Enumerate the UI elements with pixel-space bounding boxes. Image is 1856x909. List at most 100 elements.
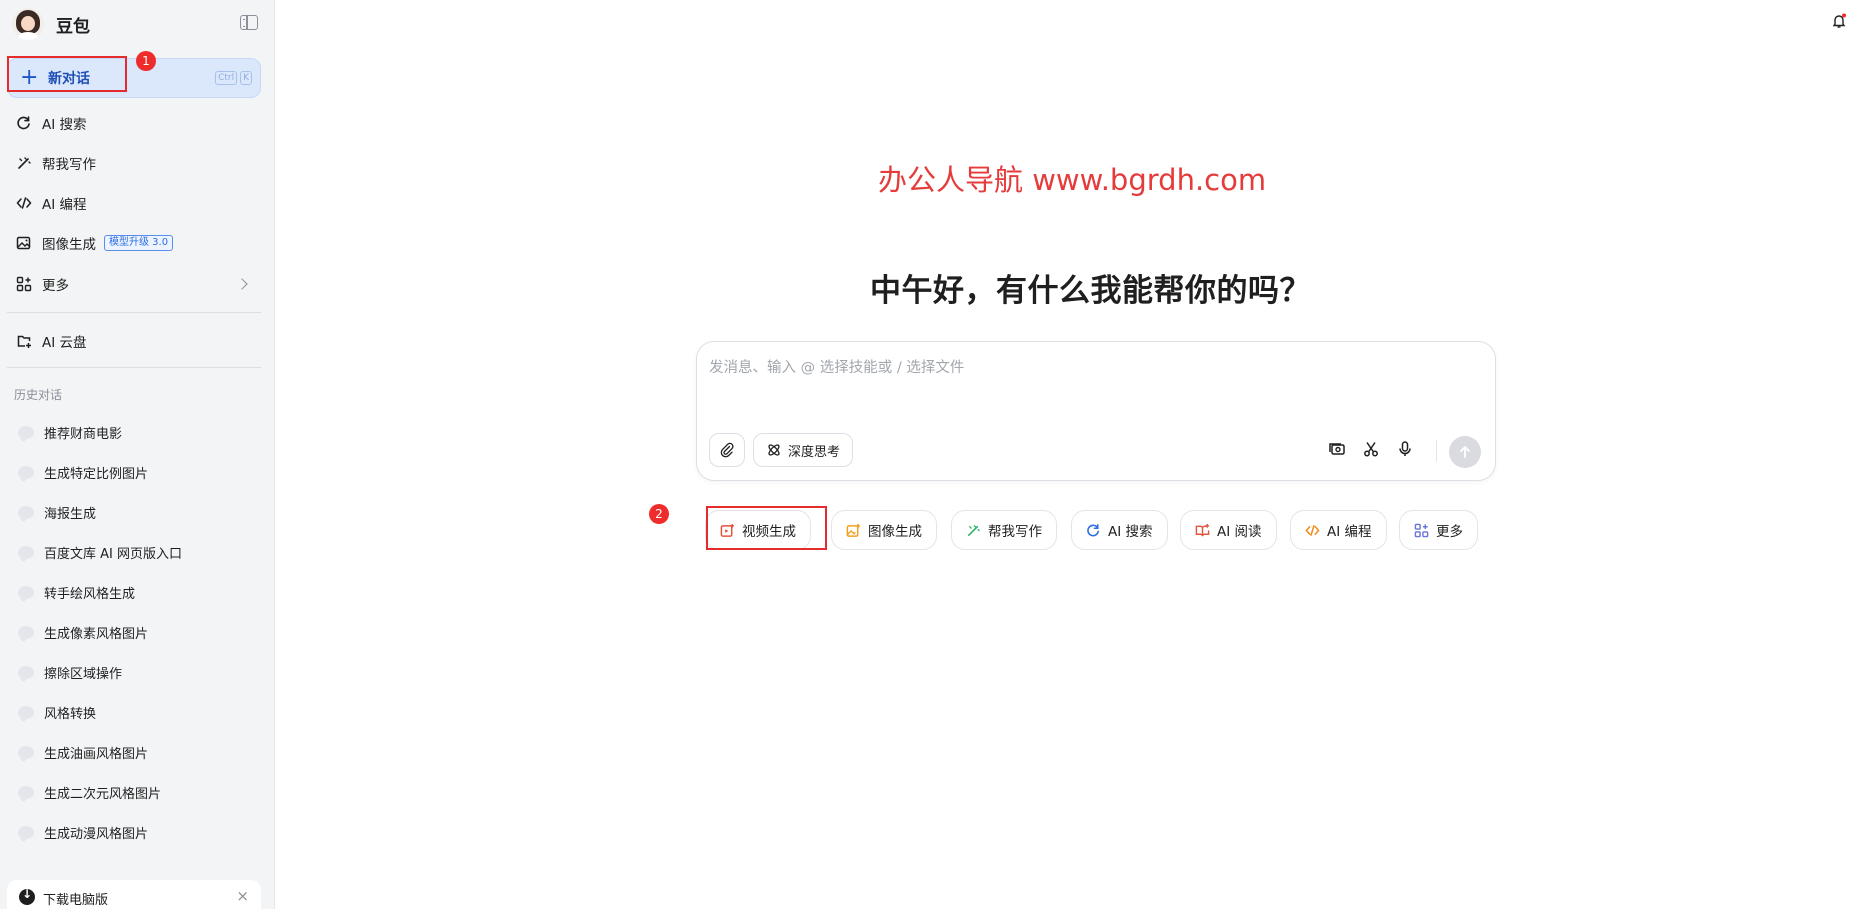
download-icon [19,887,35,905]
annotation-badge-1: 1 [136,51,156,71]
avatar [12,8,44,40]
photo-album-icon[interactable] [1329,441,1345,457]
history-item[interactable]: 生成像素风格图片 [18,621,148,643]
code-icon [16,195,32,211]
shortcut-hint: Ctrl K [215,71,252,85]
sidebar: 豆包 + 新对话 Ctrl K 1 AI 搜索 帮我写作 AI 编程 图像生成 [0,0,275,909]
annotation-highlight-box [7,56,127,92]
image-icon [16,235,32,251]
history-item[interactable]: 生成动漫风格图片 [18,821,148,843]
history-item-label: 擦除区域操作 [44,666,123,682]
message-input[interactable] [709,356,1409,396]
chat-bubble-icon [18,785,34,799]
divider [7,367,261,368]
pen-icon [966,523,981,538]
chat-bubble-icon [18,625,34,639]
divider [1436,440,1437,462]
sidebar-item-label: 图像生成 [42,237,96,253]
greeting-heading: 中午好，有什么我能帮你的吗？ [870,273,1311,309]
scissors-icon[interactable] [1363,441,1379,457]
search-refresh-icon [16,115,32,131]
chat-bubble-icon [18,545,34,559]
history-item-label: 海报生成 [44,506,97,522]
history-item[interactable]: 生成油画风格图片 [18,741,148,763]
chip-writing[interactable]: 帮我写作 [951,510,1057,550]
history-item-label: 生成像素风格图片 [44,626,149,642]
chip-ai-search[interactable]: AI 搜索 [1071,510,1168,550]
cloud-drive-icon [16,333,32,349]
history-item-label: 推荐财商电影 [44,426,123,442]
shortcut-key-k: K [240,71,252,85]
book-icon [1195,523,1210,538]
history-item[interactable]: 风格转换 [18,701,96,723]
history-item[interactable]: 百度文库 AI 网页版入口 [18,541,182,563]
sidebar-item-label: 帮我写作 [42,157,96,173]
chat-bubble-icon [18,745,34,759]
chat-bubble-icon [18,585,34,599]
history-title: 历史对话 [14,388,63,402]
chat-bubble-icon [18,465,34,479]
attach-button[interactable] [709,433,745,467]
arrow-up-icon [1458,445,1472,459]
history-item-label: 生成油画风格图片 [44,746,149,762]
sidebar-item-label: AI 编程 [42,197,87,213]
grid-plus-icon [16,276,32,292]
sidebar-item-label: AI 搜索 [42,117,87,133]
sidebar-item-label: AI 云盘 [42,335,87,351]
chip-label: 帮我写作 [988,524,1042,540]
shortcut-key-ctrl: Ctrl [215,71,238,85]
image-icon [846,523,861,538]
watermark-text: 办公人导航 www.bgrdh.com [878,163,1267,197]
chat-bubble-icon [18,665,34,679]
sidebar-item-coding[interactable]: AI 编程 [16,191,87,215]
chip-more[interactable]: 更多 [1399,510,1478,550]
history-item[interactable]: 生成二次元风格图片 [18,781,161,803]
chip-label: AI 编程 [1327,524,1372,540]
chat-bubble-icon [18,505,34,519]
chip-label: AI 阅读 [1217,524,1262,540]
notification-bell-icon[interactable] [1831,13,1847,29]
search-refresh-icon [1086,523,1101,538]
divider [7,312,261,313]
history-item-label: 生成特定比例图片 [44,466,149,482]
grid-plus-icon [1414,523,1429,538]
close-icon[interactable]: × [236,887,249,905]
chip-ai-coding[interactable]: AI 编程 [1290,510,1387,550]
chip-label: 更多 [1436,524,1463,540]
send-button[interactable] [1449,436,1481,468]
chat-bubble-icon [18,825,34,839]
sidebar-collapse-icon[interactable] [240,15,258,30]
chat-bubble-icon [18,425,34,439]
sidebar-item-cloud[interactable]: AI 云盘 [16,329,87,353]
history-item[interactable]: 转手绘风格生成 [18,581,135,603]
message-composer: 深度思考 [696,341,1496,481]
pen-icon [16,155,32,171]
code-icon [1305,523,1320,538]
composer-tools [1329,441,1413,457]
brand-name: 豆包 [56,16,90,37]
history-item[interactable]: 生成特定比例图片 [18,461,148,483]
history-item-label: 风格转换 [44,706,97,722]
microphone-icon[interactable] [1397,441,1413,457]
brand[interactable]: 豆包 [12,6,90,42]
paperclip-icon [719,442,735,458]
sidebar-item-label: 更多 [42,278,69,294]
annotation-highlight-box [706,506,827,550]
history-item[interactable]: 海报生成 [18,501,96,523]
sidebar-item-ai-search[interactable]: AI 搜索 [16,111,87,135]
deep-think-button[interactable]: 深度思考 [753,433,854,467]
chip-ai-reading[interactable]: AI 阅读 [1180,510,1277,550]
sidebar-item-writing[interactable]: 帮我写作 [16,151,96,175]
model-upgrade-tag: 模型升级 3.0 [104,235,174,251]
chip-image-gen[interactable]: 图像生成 [831,510,937,550]
atom-icon [766,442,782,458]
sidebar-item-image-gen[interactable]: 图像生成 模型升级 3.0 [16,231,174,255]
history-item[interactable]: 擦除区域操作 [18,661,122,683]
history-item-label: 生成动漫风格图片 [44,826,149,842]
download-desktop-banner[interactable]: 下载电脑版 × [7,880,261,909]
history-item[interactable]: 推荐财商电影 [18,421,122,443]
history-item-label: 百度文库 AI 网页版入口 [44,546,182,562]
sidebar-item-more[interactable]: 更多 [16,272,261,296]
download-label: 下载电脑版 [43,893,109,908]
chat-bubble-icon [18,705,34,719]
